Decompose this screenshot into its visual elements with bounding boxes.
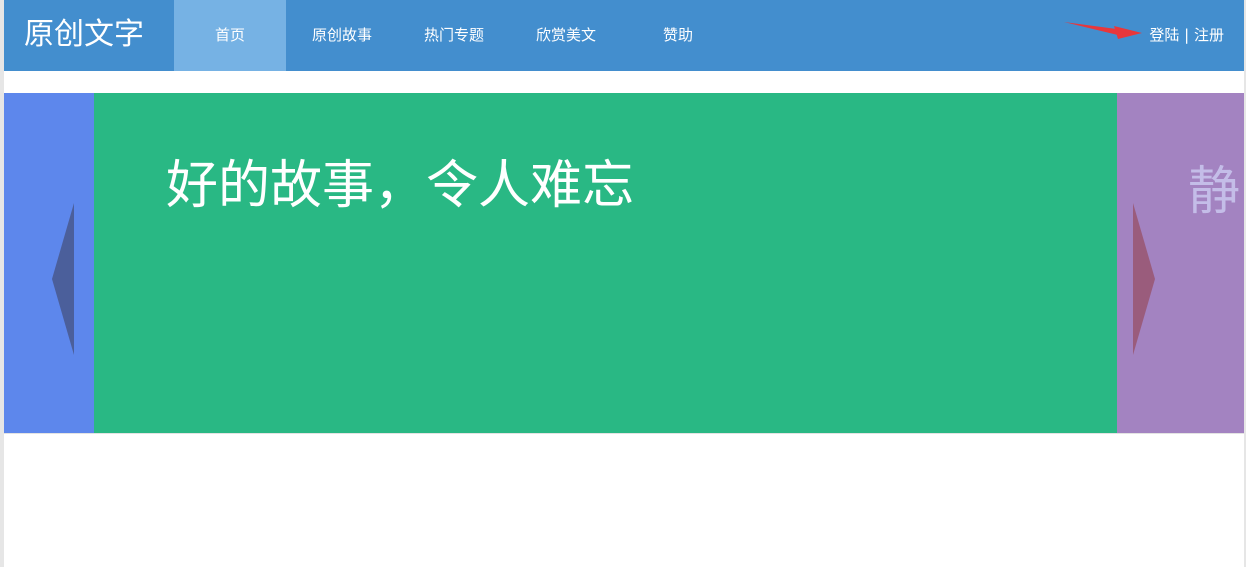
nav-item-home[interactable]: 首页 bbox=[174, 0, 286, 71]
carousel-next-button[interactable] bbox=[1131, 203, 1155, 355]
nav-item-sponsor[interactable]: 赞助 bbox=[622, 0, 734, 71]
auth-links: 登陆 | 注册 bbox=[1149, 0, 1224, 71]
brand-logo[interactable]: 原创文字 bbox=[24, 14, 144, 56]
nav-item-hot-topics[interactable]: 热门专题 bbox=[398, 0, 510, 71]
chevron-right-icon bbox=[1133, 203, 1155, 355]
top-navbar: 原创文字 首页 原创故事 热门专题 欣赏美文 赞助 登陆 | 注册 bbox=[4, 0, 1244, 71]
chevron-left-icon bbox=[52, 203, 74, 355]
login-link[interactable]: 登陆 bbox=[1149, 26, 1179, 44]
slide-title: 好的故事，令人难忘 bbox=[166, 156, 635, 216]
auth-separator: | bbox=[1184, 26, 1190, 44]
register-link[interactable]: 注册 bbox=[1194, 26, 1224, 44]
carousel-bottom-border bbox=[4, 433, 1244, 434]
nav-item-appreciate-articles[interactable]: 欣赏美文 bbox=[510, 0, 622, 71]
nav-item-original-stories[interactable]: 原创故事 bbox=[286, 0, 398, 71]
red-arrow-annotation-icon bbox=[1064, 22, 1142, 39]
carousel-slide-previous bbox=[4, 93, 94, 433]
hero-carousel: 好的故事，令人难忘 静 bbox=[4, 93, 1244, 433]
carousel-slide-current: 好的故事，令人难忘 bbox=[94, 93, 1117, 433]
next-slide-title-partial: 静 bbox=[1188, 162, 1241, 222]
carousel-prev-button[interactable] bbox=[52, 203, 76, 355]
page: 原创文字 首页 原创故事 热门专题 欣赏美文 赞助 登陆 | 注册 好的故事，令… bbox=[0, 0, 1246, 567]
